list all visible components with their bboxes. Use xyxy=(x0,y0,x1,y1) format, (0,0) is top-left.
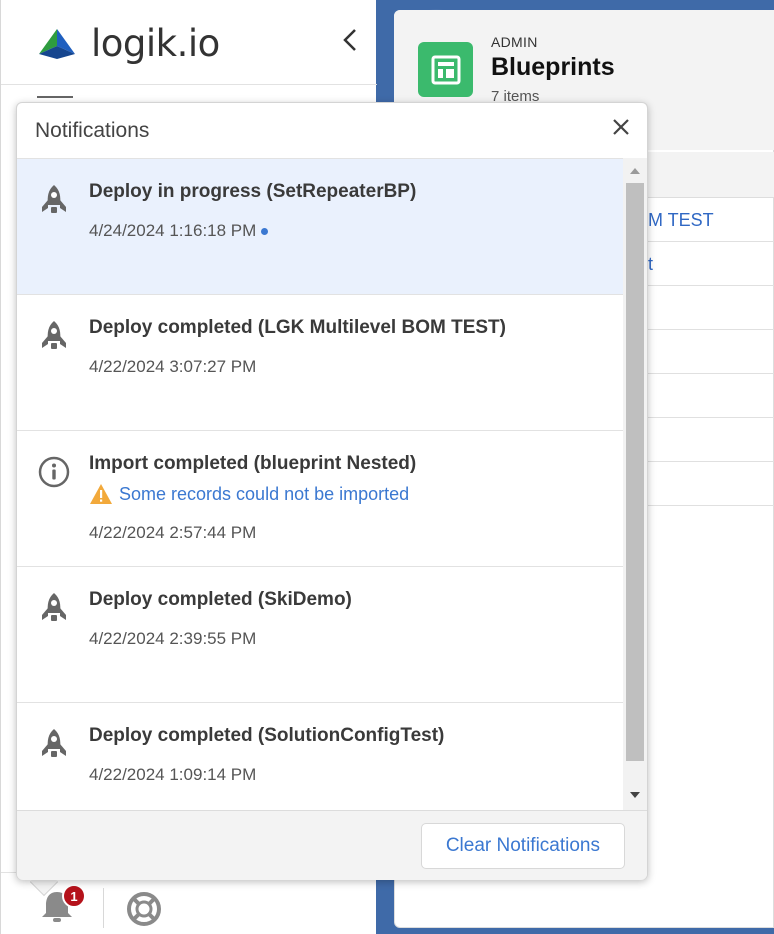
notification-timestamp: 4/22/2024 1:09:14 PM xyxy=(89,765,257,784)
notification-count-badge: 1 xyxy=(62,884,86,908)
lifebuoy-icon xyxy=(127,892,161,926)
scrollbar-thumb[interactable] xyxy=(626,183,644,761)
rocket-icon xyxy=(42,729,66,757)
close-icon xyxy=(613,119,629,135)
object-kicker: ADMIN xyxy=(491,34,538,50)
blueprint-object-icon xyxy=(418,42,473,97)
notification-item[interactable]: Deploy completed (LGK Multilevel BOM TES… xyxy=(17,295,623,431)
rocket-icon xyxy=(42,321,66,349)
close-button[interactable] xyxy=(609,115,633,139)
notification-timestamp: 4/22/2024 3:07:27 PM xyxy=(89,357,257,376)
popover-footer: Clear Notifications xyxy=(17,810,647,880)
unread-dot xyxy=(261,228,269,236)
logo-mark-icon xyxy=(39,28,75,59)
scrollbar[interactable] xyxy=(623,158,647,810)
notification-title: Import completed (blueprint Nested) xyxy=(89,453,417,474)
warning-icon xyxy=(90,484,112,504)
scroll-down-arrow-icon[interactable] xyxy=(623,786,647,804)
popover-title: Notifications xyxy=(35,119,150,142)
notification-title: Deploy in progress (SetRepeaterBP) xyxy=(89,181,417,202)
logo-text: logik.io xyxy=(91,22,220,65)
menu-icon xyxy=(37,96,73,100)
notification-title: Deploy completed (SkiDemo) xyxy=(89,589,352,610)
notification-warning[interactable]: Some records could not be imported xyxy=(89,483,409,505)
notification-timestamp: 4/24/2024 1:16:18 PM xyxy=(89,221,269,241)
rocket-icon xyxy=(42,593,66,621)
divider xyxy=(1,84,377,85)
notification-title: Deploy completed (LGK Multilevel BOM TES… xyxy=(89,317,506,338)
notification-item[interactable]: Deploy completed (SkiDemo) 4/22/2024 2:3… xyxy=(17,567,623,703)
logo[interactable]: logik.io xyxy=(37,22,220,65)
notifications-popover: Notifications Deploy in progress (SetRep… xyxy=(16,102,648,880)
notification-item[interactable]: Import completed (blueprint Nested) Some… xyxy=(17,431,623,567)
info-icon xyxy=(38,456,70,488)
divider xyxy=(103,888,104,928)
notification-item[interactable]: Deploy in progress (SetRepeaterBP) 4/24/… xyxy=(17,159,623,295)
notification-timestamp: 4/22/2024 2:57:44 PM xyxy=(89,523,257,542)
collapse-sidebar-button[interactable] xyxy=(339,24,363,56)
page-title: Blueprints xyxy=(491,53,615,81)
clear-notifications-button[interactable]: Clear Notifications xyxy=(420,823,625,869)
rocket-icon xyxy=(42,185,66,213)
notification-title: Deploy completed (SolutionConfigTest) xyxy=(89,725,445,746)
notification-list: Deploy in progress (SetRepeaterBP) 4/24/… xyxy=(17,158,623,810)
notification-timestamp: 4/22/2024 2:39:55 PM xyxy=(89,629,257,648)
warning-text: Some records could not be imported xyxy=(119,483,410,504)
scroll-up-arrow-icon[interactable] xyxy=(623,162,647,180)
help-button[interactable] xyxy=(125,890,163,928)
chevron-left-icon xyxy=(343,29,356,51)
notification-item[interactable]: Deploy completed (SolutionConfigTest) 4/… xyxy=(17,703,623,810)
